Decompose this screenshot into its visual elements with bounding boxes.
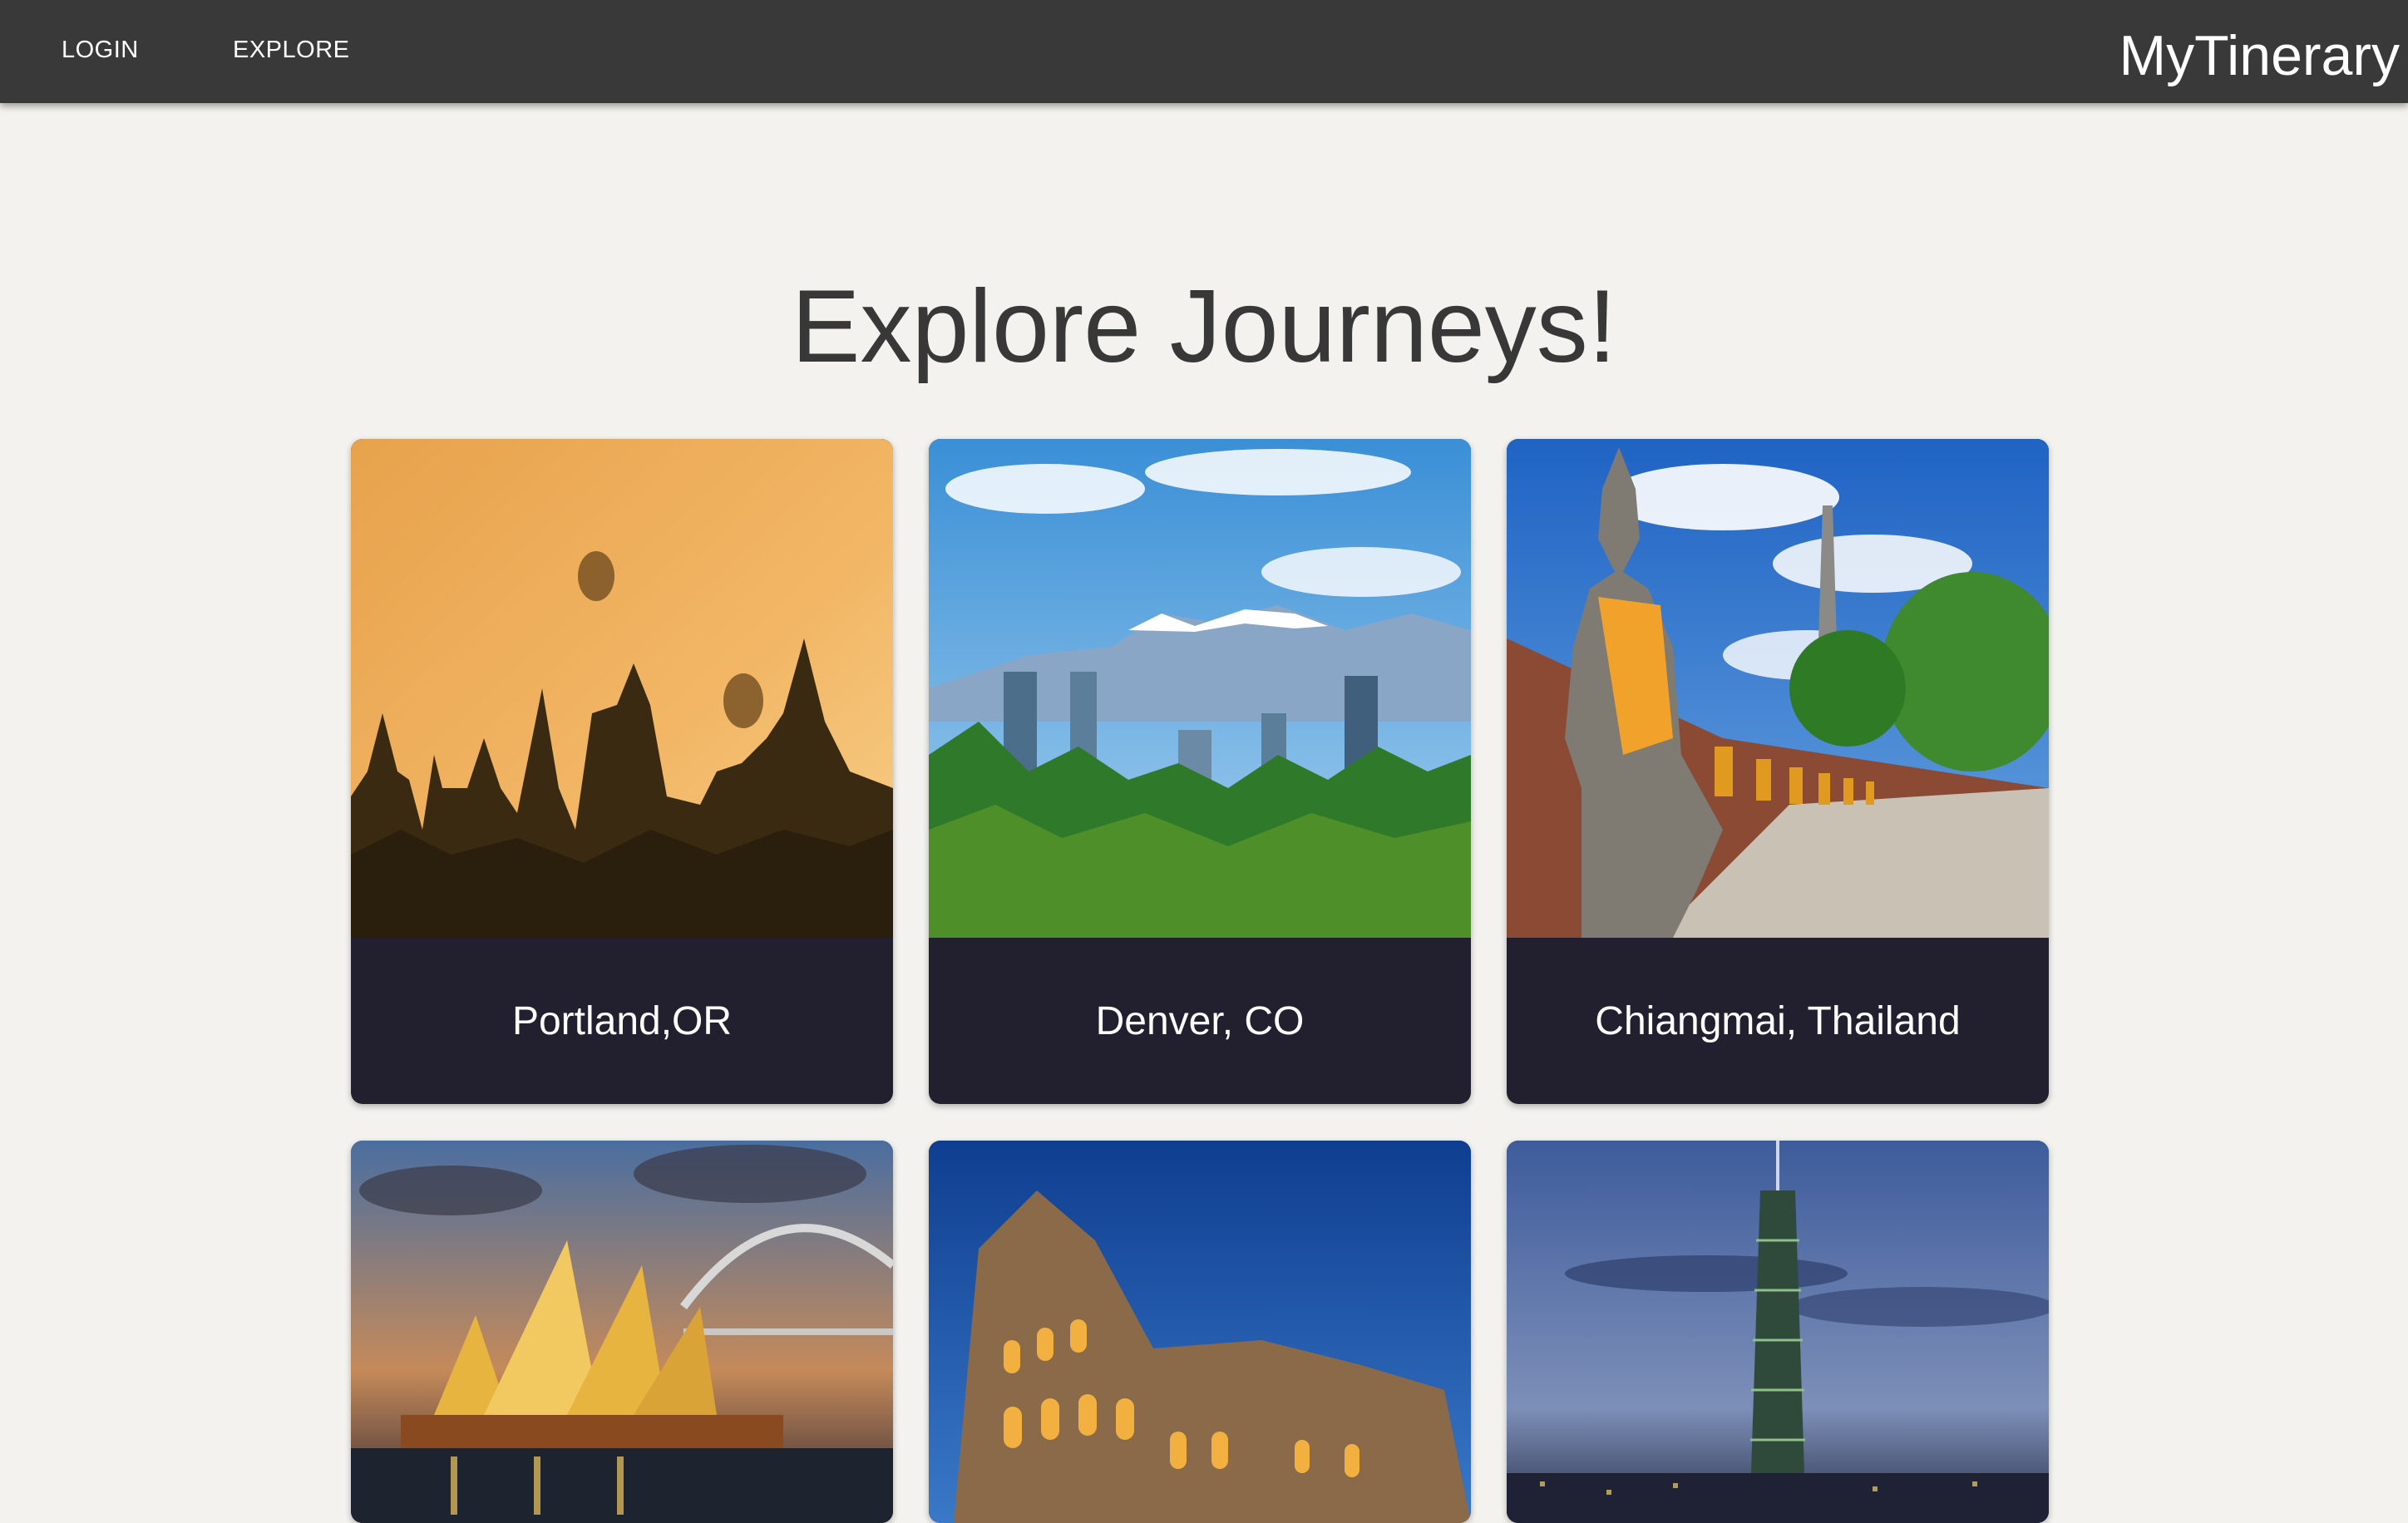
city-card-5[interactable]: [929, 1141, 1471, 1523]
city-card-chiangmai[interactable]: Chiangmai, Thailand: [1507, 439, 2049, 1104]
city-image-temples: [351, 439, 893, 938]
app-bar: LOGIN EXPLORE MyTinerary: [0, 0, 2408, 103]
city-card-6[interactable]: [1507, 1141, 2049, 1523]
city-image-colosseum: [929, 1141, 1471, 1523]
city-name: Portland,OR: [511, 998, 733, 1043]
page-title: Explore Journeys!: [791, 269, 1617, 384]
brand-logo[interactable]: MyTinerary: [2119, 18, 2400, 93]
city-name: Denver, CO: [1095, 998, 1305, 1043]
city-image-opera-house: [351, 1141, 893, 1523]
explore-button[interactable]: EXPLORE: [233, 28, 350, 71]
city-image-tower: [1507, 1141, 2049, 1523]
city-image-buddhas: [1507, 439, 2049, 938]
city-card-4[interactable]: [351, 1141, 893, 1523]
city-card-denver[interactable]: Denver, CO: [929, 439, 1471, 1104]
city-image-skyline: [929, 439, 1471, 938]
city-name: Chiangmai, Thailand: [1595, 998, 1961, 1043]
city-card-portland[interactable]: Portland,OR: [351, 439, 893, 1104]
login-button[interactable]: LOGIN: [62, 28, 139, 71]
